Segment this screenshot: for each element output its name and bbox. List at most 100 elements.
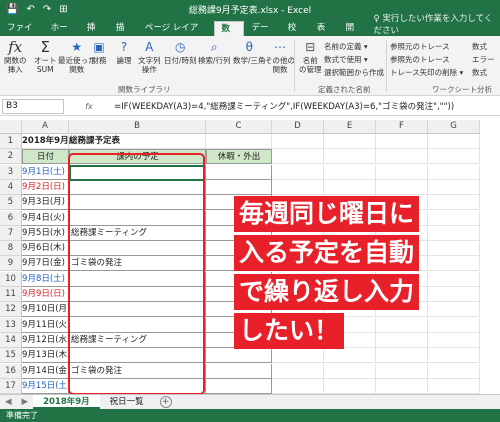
date-cell[interactable]: 9月12日(水): [22, 332, 70, 348]
text-button[interactable]: A 文字列 操作: [138, 39, 161, 75]
error-checking-button[interactable]: エラー: [472, 54, 495, 65]
column-header[interactable]: C: [206, 120, 272, 134]
more-functions-button[interactable]: ⋯ その他の 関数: [265, 39, 295, 75]
row-header[interactable]: 3: [0, 164, 22, 180]
row-header[interactable]: 16: [0, 363, 22, 379]
use-in-formula-button[interactable]: 数式で使用 ▾: [324, 54, 368, 65]
column-header[interactable]: D: [272, 120, 324, 134]
sheet-title-cell[interactable]: 2018年9月: [22, 134, 69, 149]
date-cell[interactable]: 9月6日(木): [22, 241, 69, 257]
grid-cell[interactable]: [324, 149, 376, 165]
leave-cell[interactable]: [206, 378, 272, 394]
prev-sheet-icon[interactable]: ◀: [0, 397, 17, 407]
column-header[interactable]: F: [376, 120, 428, 134]
row-header[interactable]: 12: [0, 302, 22, 318]
grid-cell[interactable]: [272, 164, 324, 180]
grid-cell[interactable]: [428, 363, 480, 379]
sheet-subtitle-cell[interactable]: 総務課予定表: [69, 134, 206, 149]
add-sheet-button[interactable]: +: [159, 396, 172, 408]
create-from-selection-button[interactable]: 選択範囲から作成: [324, 67, 384, 78]
grid-cell[interactable]: [272, 378, 324, 394]
show-formulas-button[interactable]: 数式: [472, 41, 487, 52]
row-header[interactable]: 14: [0, 332, 22, 348]
grid-cell[interactable]: [376, 363, 428, 379]
date-cell[interactable]: 9月2日(日): [22, 179, 69, 195]
grid-cell[interactable]: [324, 363, 376, 379]
logical-button[interactable]: ? 論理: [116, 39, 132, 66]
leave-cell[interactable]: [206, 179, 272, 195]
grid-cell[interactable]: [324, 378, 376, 394]
recent-functions-button[interactable]: ★ 最近使った 関数: [58, 39, 96, 75]
tab-formulas[interactable]: 数式: [213, 21, 245, 49]
date-cell[interactable]: 9月9日(日): [22, 287, 69, 302]
grid-cell[interactable]: [272, 179, 324, 195]
tab-insert[interactable]: 挿入: [80, 21, 109, 48]
math-button[interactable]: θ 数学/三角: [233, 39, 266, 66]
date-cell[interactable]: 9月4日(火): [22, 210, 69, 226]
tell-me-search[interactable]: ♀ 実行したい作業を入力してください: [374, 12, 500, 36]
remove-arrows-button[interactable]: トレース矢印の削除 ▾: [390, 67, 463, 78]
column-header[interactable]: A: [22, 120, 69, 134]
header-date-cell[interactable]: 日付: [22, 149, 69, 165]
row-header[interactable]: 17: [0, 378, 22, 394]
name-manager-button[interactable]: ⊟ 名前 の管理: [299, 39, 322, 75]
column-header[interactable]: B: [69, 120, 206, 134]
define-name-button[interactable]: 名前の定義 ▾: [324, 41, 368, 52]
grid-cell[interactable]: [428, 164, 480, 180]
row-header[interactable]: 10: [0, 271, 22, 287]
date-cell[interactable]: 9月11日(火): [22, 317, 70, 333]
grid-cell[interactable]: [206, 134, 272, 149]
row-header[interactable]: 8: [0, 241, 22, 257]
tab-file[interactable]: ファイル: [0, 21, 44, 48]
grid-cell[interactable]: [376, 164, 428, 180]
lookup-button[interactable]: ⌕ 検索/行列: [198, 39, 231, 66]
evaluate-formula-button[interactable]: 数式: [472, 67, 487, 78]
date-cell[interactable]: 9月8日(土): [22, 271, 69, 287]
grid-cell[interactable]: [428, 195, 480, 211]
grid-cell[interactable]: [376, 179, 428, 195]
next-sheet-icon[interactable]: ▶: [17, 397, 34, 407]
row-header[interactable]: 13: [0, 317, 22, 333]
column-header[interactable]: G: [428, 120, 480, 134]
financial-button[interactable]: ▣ 財務: [91, 39, 107, 66]
trace-precedents-button[interactable]: 参照元のトレース: [390, 41, 450, 52]
grid-cell[interactable]: [428, 332, 480, 348]
grid-cell[interactable]: [428, 256, 480, 272]
date-cell[interactable]: 9月15日(土): [22, 378, 70, 394]
grid-cell[interactable]: [428, 271, 480, 287]
select-all-corner[interactable]: [0, 120, 22, 134]
header-leave-cell[interactable]: 休暇・外出: [206, 149, 272, 165]
date-cell[interactable]: 9月1日(土): [22, 164, 69, 180]
grid-cell[interactable]: [272, 363, 324, 379]
row-header[interactable]: 7: [0, 225, 22, 241]
trace-dependents-button[interactable]: 参照先のトレース: [390, 54, 450, 65]
grid-cell[interactable]: [324, 179, 376, 195]
grid-cell[interactable]: [324, 164, 376, 180]
date-cell[interactable]: 9月5日(水): [22, 225, 69, 241]
grid-cell[interactable]: [428, 225, 480, 241]
row-header[interactable]: 5: [0, 195, 22, 211]
row-header[interactable]: 6: [0, 210, 22, 226]
tab-view[interactable]: 表示: [310, 21, 339, 48]
datetime-button[interactable]: ◷ 日付/時刻: [164, 39, 197, 66]
tab-page-layout[interactable]: ページ レイアウト: [138, 21, 214, 48]
date-cell[interactable]: 9月3日(月): [22, 195, 69, 211]
grid-cell[interactable]: [324, 134, 376, 149]
grid-cell[interactable]: [428, 302, 480, 318]
row-header[interactable]: 1: [0, 134, 22, 149]
tab-review[interactable]: 校閲: [281, 21, 310, 48]
formula-input[interactable]: =IF(WEEKDAY(A3)=4,"総務課ミーティング",IF(WEEKDAY…: [114, 100, 454, 112]
row-header[interactable]: 15: [0, 348, 22, 364]
row-header[interactable]: 9: [0, 256, 22, 272]
grid-cell[interactable]: [428, 241, 480, 257]
grid-cell[interactable]: [428, 348, 480, 364]
grid-cell[interactable]: [428, 210, 480, 226]
date-cell[interactable]: 9月10日(月): [22, 302, 70, 318]
sheet-tab-september[interactable]: 2018年9月: [33, 395, 100, 409]
date-cell[interactable]: 9月13日(木): [22, 348, 70, 364]
insert-function-button[interactable]: 𝑓x 関数の 挿入: [4, 39, 27, 74]
row-header[interactable]: 11: [0, 287, 22, 302]
grid-cell[interactable]: [376, 134, 428, 149]
grid-cell[interactable]: [376, 378, 428, 394]
grid-cell[interactable]: [272, 134, 324, 149]
